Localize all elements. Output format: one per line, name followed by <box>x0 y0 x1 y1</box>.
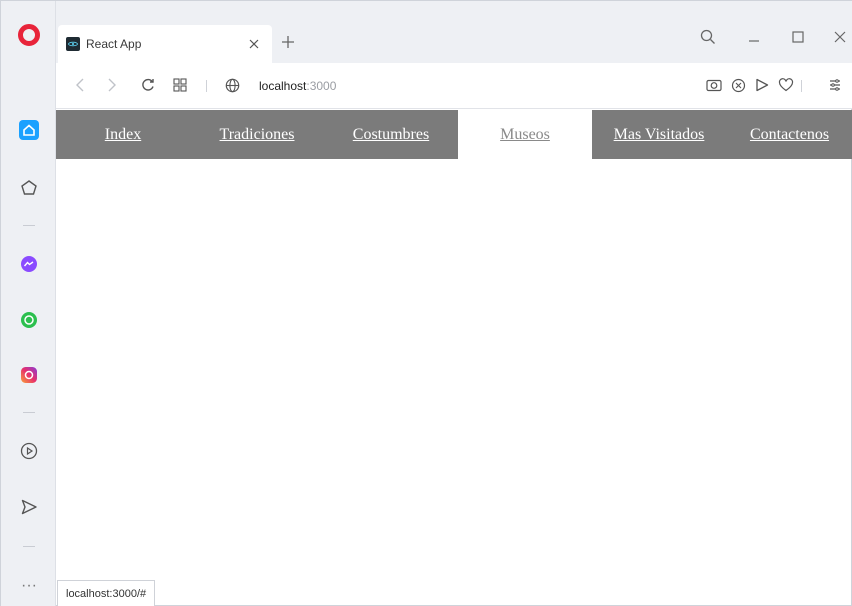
new-tab-icon[interactable] <box>277 31 299 53</box>
nav-link-museos[interactable]: Museos <box>458 110 592 159</box>
nav-link-mas-visitados[interactable]: Mas Visitados <box>592 110 726 159</box>
opera-logo-icon[interactable] <box>18 24 40 46</box>
url-port: :3000 <box>306 79 337 93</box>
instagram-icon[interactable] <box>19 365 39 385</box>
url-host: localhost <box>259 79 307 93</box>
maximize-icon[interactable] <box>786 25 810 49</box>
more-icon[interactable]: ··· <box>19 576 39 596</box>
address-separator <box>206 80 207 92</box>
send-icon[interactable] <box>753 76 771 94</box>
tab-close-icon[interactable] <box>244 34 264 54</box>
nav-link-costumbres[interactable]: Costumbres <box>324 110 458 159</box>
url-field[interactable]: localhost:3000 <box>259 79 336 93</box>
site-navbar: Index Tradiciones Costumbres Museos Mas … <box>56 110 852 159</box>
snapshot-icon[interactable] <box>705 76 723 94</box>
easy-setup-icon[interactable] <box>826 76 844 94</box>
flow-icon[interactable] <box>19 497 39 517</box>
player-icon[interactable] <box>19 441 39 461</box>
close-window-icon[interactable] <box>828 25 852 49</box>
status-url: localhost:3000/# <box>57 580 156 606</box>
toolbar-separator <box>801 80 802 92</box>
minimize-icon[interactable] <box>742 25 766 49</box>
reload-icon[interactable] <box>138 75 158 95</box>
tab-strip: React App <box>56 1 852 67</box>
sidebar-separator <box>23 225 35 226</box>
browser-window: ··· React App localhost:3000 Index Tradi… <box>0 0 852 606</box>
nav-link-tradiciones[interactable]: Tradiciones <box>190 110 324 159</box>
adblock-icon[interactable] <box>729 76 747 94</box>
address-bar: localhost:3000 <box>56 63 852 109</box>
sidebar-separator <box>23 546 35 547</box>
forward-icon[interactable] <box>102 75 122 95</box>
nav-link-index[interactable]: Index <box>56 110 190 159</box>
back-icon[interactable] <box>70 75 90 95</box>
whatsapp-icon[interactable] <box>19 310 39 330</box>
tab-grid-icon[interactable] <box>170 75 190 95</box>
sidebar-separator <box>23 412 35 413</box>
messenger-icon[interactable] <box>19 254 39 274</box>
home-icon[interactable] <box>19 120 39 140</box>
bookmarks-icon[interactable] <box>19 178 39 198</box>
browser-tab[interactable]: React App <box>58 25 272 63</box>
tab-title: React App <box>86 37 142 51</box>
globe-icon[interactable] <box>222 75 242 95</box>
nav-link-contactenos[interactable]: Contactenos <box>726 110 852 159</box>
heart-icon[interactable] <box>777 76 795 94</box>
opera-sidebar: ··· <box>1 1 56 606</box>
react-favicon-icon <box>66 37 80 51</box>
search-tabs-icon[interactable] <box>696 25 720 49</box>
